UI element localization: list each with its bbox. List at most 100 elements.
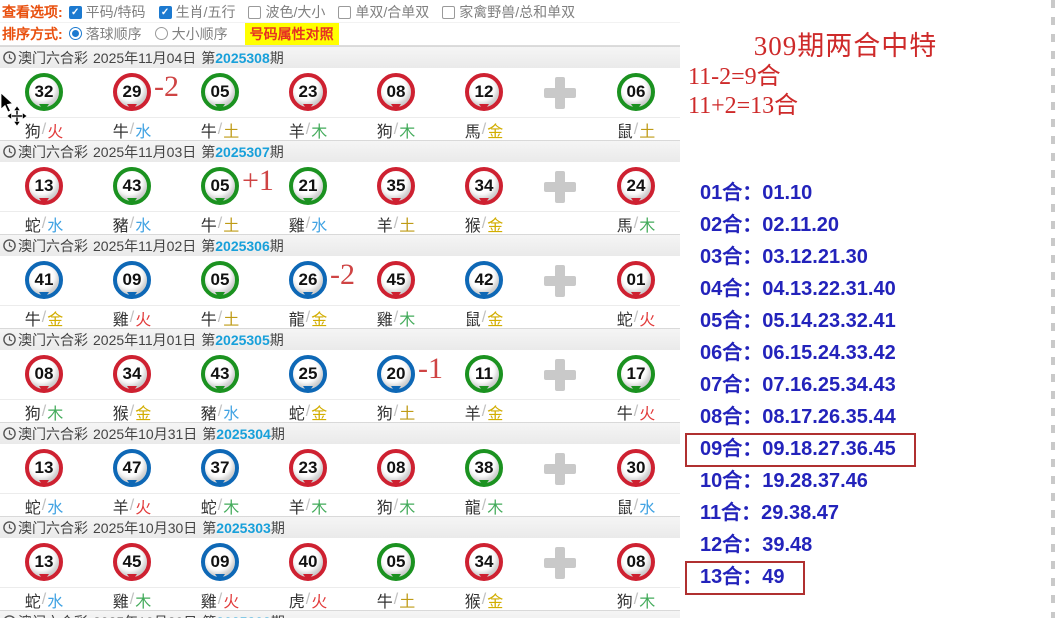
- slash-separator: /: [130, 121, 134, 139]
- checked-checkbox-icon[interactable]: ✓: [159, 6, 172, 19]
- checkbox-option-5[interactable]: 家禽野兽/总和单双: [442, 2, 575, 22]
- zodiac-element-label: 牛/火: [592, 400, 680, 424]
- element-text: 土: [223, 306, 239, 330]
- element-text: 火: [639, 400, 655, 424]
- element-text: 水: [311, 212, 327, 236]
- issue-label: 第2025302期: [202, 612, 285, 618]
- prediction-panel: 309期两合中特 11-2=9合 11+2=13合 01合：01.1002合：0…: [680, 0, 1056, 618]
- zodiac-element-label: 蛇/金: [264, 400, 352, 424]
- draw-header: 澳门六合彩2025年11月02日第2025306期: [0, 234, 680, 256]
- lottery-ball: 34: [113, 355, 151, 393]
- element-text: 金: [487, 588, 503, 612]
- zodiac-element-label: 蛇/水: [0, 212, 88, 236]
- zodiac-text: 鼠: [617, 118, 633, 142]
- combination-text: 07合：07.16.25.34.43: [700, 369, 896, 401]
- combination-row: 01合：01.10: [680, 177, 1056, 209]
- ball-cell: 29-2: [88, 68, 176, 117]
- slash-separator: /: [42, 309, 46, 327]
- issue-prefix: 第: [201, 50, 215, 66]
- zodiac-text: 虎: [289, 588, 305, 612]
- lottery-ball: 37: [201, 449, 239, 487]
- zodiac-element-label: 豬/水: [88, 212, 176, 236]
- label-row: 蛇/水豬/水牛/土雞/水羊/土猴/金馬/木: [0, 211, 680, 234]
- ball-cell: 21: [264, 162, 352, 211]
- ball-cell: 35: [352, 162, 440, 211]
- checkbox-option-4[interactable]: 单双/合单双: [338, 2, 429, 22]
- checkbox-option-1[interactable]: ✓平码/特码: [69, 2, 146, 22]
- ball-cell: 45: [88, 538, 176, 587]
- zodiac-text: 猴: [113, 400, 129, 424]
- site-name: 澳门六合彩: [18, 612, 88, 618]
- combination-label: 06合：: [700, 342, 762, 364]
- slash-separator: /: [42, 121, 46, 139]
- ball-row: 134305+121353424: [0, 162, 680, 211]
- zodiac-element-label: 猴/金: [440, 588, 528, 612]
- lottery-ball: 41: [25, 261, 63, 299]
- slash-separator: /: [394, 121, 398, 139]
- lottery-ball: 12: [465, 73, 503, 111]
- combination-value: 07.16.25.34.43: [762, 374, 895, 396]
- draw-date: 2025年11月02日: [93, 236, 196, 256]
- zodiac-text: 蛇: [25, 588, 41, 612]
- issue-number: 2025305: [215, 332, 270, 348]
- number-attribute-compare-button[interactable]: 号码属性对照: [245, 23, 339, 45]
- lottery-ball: 13: [25, 543, 63, 581]
- ball-number: 32: [35, 82, 54, 102]
- zodiac-element-label: 羊/土: [352, 212, 440, 236]
- combination-text: 06合：06.15.24.33.42: [700, 337, 896, 369]
- plus-separator: [528, 444, 592, 493]
- lottery-ball: 13: [25, 167, 63, 205]
- lottery-ball: 24: [617, 167, 655, 205]
- combination-row: 06合：06.15.24.33.42: [680, 337, 1056, 369]
- element-text: 金: [47, 306, 63, 330]
- slash-separator: /: [306, 309, 310, 327]
- zodiac-text: 鼠: [465, 306, 481, 330]
- slash-separator: /: [394, 309, 398, 327]
- checkbox-label: 单双/合单双: [355, 2, 429, 22]
- ball-cell: 08: [592, 538, 680, 587]
- ball-cell: 42: [440, 256, 528, 305]
- draw-date: 2025年10月29日: [93, 612, 197, 618]
- unselected-radio-icon[interactable]: [155, 27, 168, 40]
- slash-separator: /: [394, 591, 398, 609]
- element-text: 木: [311, 494, 327, 518]
- ball-number: 01: [627, 270, 646, 290]
- unchecked-checkbox-icon[interactable]: [338, 6, 351, 19]
- combination-text: 05合：05.14.23.32.41: [700, 305, 896, 337]
- combination-value: 29.38.47: [761, 502, 839, 524]
- empty-cell: [528, 212, 592, 236]
- checkbox-option-3[interactable]: 波色/大小: [248, 2, 325, 22]
- unchecked-checkbox-icon[interactable]: [442, 6, 455, 19]
- lottery-ball: 08: [25, 355, 63, 393]
- label-row: 蛇/水羊/火蛇/木羊/木狗/木龍/木鼠/水: [0, 493, 680, 516]
- issue-suffix: 期: [270, 238, 284, 254]
- zodiac-text: 羊: [113, 494, 129, 518]
- lottery-ball: 11: [465, 355, 503, 393]
- site-name: 澳门六合彩: [18, 48, 88, 68]
- zodiac-text: 狗: [377, 494, 393, 518]
- combination-row: 02合：02.11.20: [680, 209, 1056, 241]
- issue-number: 2025304: [216, 426, 271, 442]
- radio-label: 大小顺序: [172, 24, 228, 44]
- element-text: 水: [47, 588, 63, 612]
- radio-option-1[interactable]: 落球顺序: [69, 24, 142, 44]
- zodiac-text: 蛇: [25, 212, 41, 236]
- checked-checkbox-icon[interactable]: ✓: [69, 6, 82, 19]
- combination-text: 03合：03.12.21.30: [700, 241, 868, 273]
- ball-number: 08: [627, 552, 646, 572]
- scrollbar[interactable]: [1051, 0, 1055, 618]
- checkbox-option-2[interactable]: ✓生肖/五行: [159, 2, 236, 22]
- ball-number: 45: [123, 552, 142, 572]
- ball-number: 11: [475, 364, 493, 384]
- zodiac-element-label: 龍/木: [440, 494, 528, 518]
- unchecked-checkbox-icon[interactable]: [248, 6, 261, 19]
- zodiac-element-label: 牛/土: [352, 588, 440, 612]
- slash-separator: /: [218, 309, 222, 327]
- element-text: 金: [487, 212, 503, 236]
- clock-icon: [3, 333, 16, 346]
- issue-suffix: 期: [271, 520, 285, 536]
- ball-number: 05: [211, 270, 230, 290]
- combination-value: 49: [762, 566, 784, 588]
- radio-option-2[interactable]: 大小顺序: [155, 24, 228, 44]
- selected-radio-icon[interactable]: [69, 27, 82, 40]
